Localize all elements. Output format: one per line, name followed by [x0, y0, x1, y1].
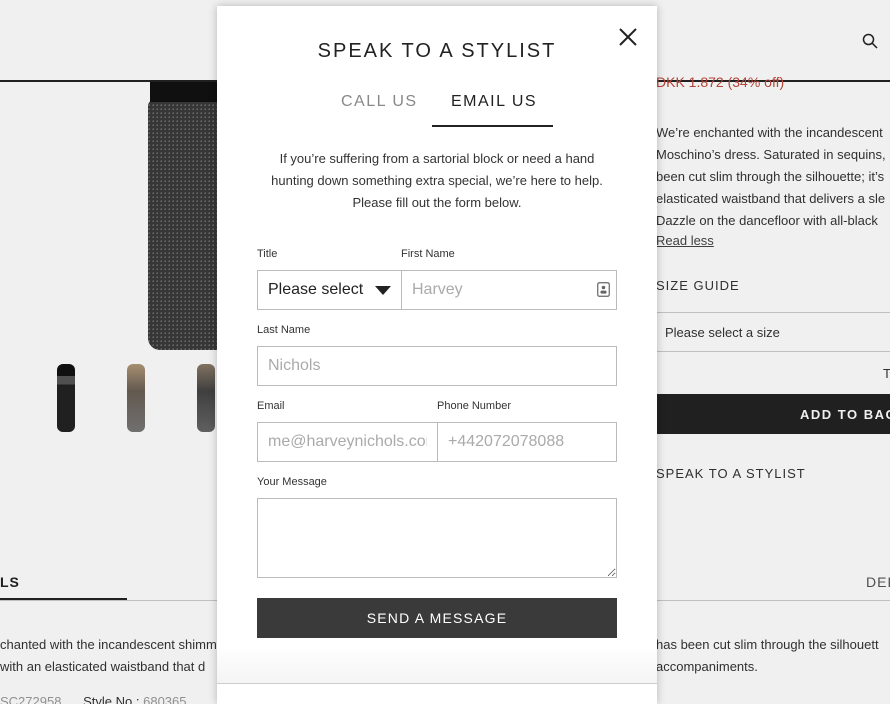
title-label: Title	[257, 248, 278, 260]
title-select[interactable]: Please select	[257, 270, 402, 310]
tab-email-us[interactable]: EMAIL US	[451, 93, 537, 111]
first-name-label: First Name	[401, 248, 455, 260]
first-name-field[interactable]	[401, 270, 617, 310]
modal-title: SPEAK TO A STYLIST	[317, 40, 557, 62]
speak-to-stylist-modal: SPEAK TO A STYLIST CALL US EMAIL US If y…	[217, 6, 657, 704]
email-field[interactable]	[257, 422, 438, 462]
last-name-label: Last Name	[257, 324, 311, 336]
active-tab-underline	[432, 125, 553, 127]
modal-scroll-fade	[217, 646, 657, 684]
message-label: Your Message	[257, 476, 327, 488]
contact-card-icon[interactable]	[597, 282, 610, 297]
email-label: Email	[257, 400, 285, 412]
intro-line: hunting down something extra special, we…	[271, 173, 603, 188]
modal-divider	[217, 683, 657, 684]
phone-label: Phone Number	[437, 400, 511, 412]
send-message-button[interactable]: SEND A MESSAGE	[257, 598, 617, 638]
modal-intro: If you’re suffering from a sartorial blo…	[217, 148, 657, 214]
last-name-field[interactable]	[257, 346, 617, 386]
intro-line: If you’re suffering from a sartorial blo…	[279, 151, 595, 166]
tab-call-us[interactable]: CALL US	[341, 93, 418, 111]
intro-line: Please fill out the form below.	[352, 195, 522, 210]
phone-field[interactable]	[437, 422, 617, 462]
message-textarea[interactable]	[257, 498, 617, 578]
chevron-down-icon	[375, 285, 391, 295]
title-select-value: Please select	[268, 281, 364, 298]
